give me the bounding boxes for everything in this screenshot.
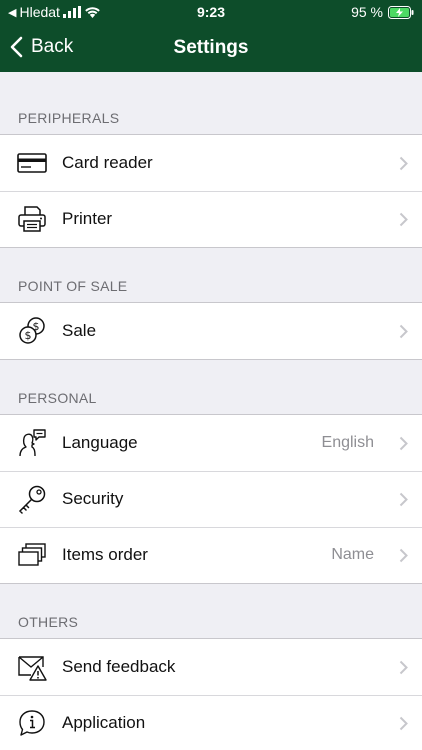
credit-card-icon [17, 153, 47, 173]
security-icon-wrap [0, 471, 62, 527]
section-header-personal: PERSONAL [18, 390, 97, 406]
chevron-right-icon [384, 324, 408, 339]
card-reader-icon-wrap [0, 135, 62, 191]
items-order-value: Name [331, 546, 374, 563]
printer-icon [18, 206, 46, 232]
chevron-right-icon [384, 716, 408, 731]
navigation-bar: Back Settings [0, 24, 422, 72]
chevron-right-icon [384, 492, 408, 507]
others-group: Send feedback Application [0, 638, 422, 750]
chevron-right-icon [384, 436, 408, 451]
section-header-peripherals: PERIPHERALS [18, 110, 120, 126]
page-title: Settings [173, 37, 249, 58]
info-icon [19, 710, 45, 736]
card-reader-label: Card reader [62, 153, 153, 172]
application-label: Application [62, 713, 146, 732]
coins-icon: $ $ [19, 317, 45, 344]
mail-warning-icon [18, 656, 47, 681]
items-order-label: Items order [62, 545, 148, 564]
language-icon-wrap [0, 415, 62, 471]
settings-row-card-reader[interactable]: Card reader [0, 135, 422, 191]
chevron-right-icon [384, 156, 408, 171]
app-header: ◀ Hledat 9:23 95 % Back Settings [0, 0, 422, 72]
status-right: 95 % [351, 4, 414, 20]
personal-group: Language English Security Items order Na… [0, 414, 422, 584]
peripherals-group: Card reader Printer [0, 134, 422, 248]
section-header-point-of-sale: POINT OF SALE [18, 278, 128, 294]
security-label: Security [62, 489, 124, 508]
settings-row-items-order[interactable]: Items order Name [0, 527, 422, 583]
settings-row-application[interactable]: Application [0, 695, 422, 750]
status-bar: ◀ Hledat 9:23 95 % [0, 0, 422, 24]
chevron-right-icon [384, 660, 408, 675]
sale-label: Sale [62, 321, 97, 340]
settings-row-send-feedback[interactable]: Send feedback [0, 639, 422, 695]
chevron-right-icon [384, 548, 408, 563]
settings-row-security[interactable]: Security [0, 471, 422, 527]
battery-charging-icon [388, 5, 414, 19]
speaking-person-icon [19, 429, 46, 457]
point-of-sale-group: $ $ Sale [0, 302, 422, 360]
settings-row-sale[interactable]: $ $ Sale [0, 303, 422, 359]
language-value: English [321, 434, 374, 451]
sale-icon-wrap: $ $ [0, 303, 62, 359]
battery-percent: 95 % [351, 4, 383, 20]
language-label: Language [62, 433, 138, 452]
send-feedback-icon-wrap [0, 639, 62, 695]
items-order-icon-wrap [0, 527, 62, 583]
svg-text:$: $ [25, 329, 32, 342]
section-header-others: OTHERS [18, 614, 79, 630]
printer-icon-wrap [0, 191, 62, 247]
application-icon-wrap [0, 695, 62, 750]
send-feedback-label: Send feedback [62, 657, 176, 676]
key-icon [18, 485, 46, 514]
stacked-cards-icon [18, 543, 46, 566]
settings-row-printer[interactable]: Printer [0, 191, 422, 247]
settings-row-language[interactable]: Language English [0, 415, 422, 471]
chevron-right-icon [384, 212, 408, 227]
printer-label: Printer [62, 209, 113, 228]
